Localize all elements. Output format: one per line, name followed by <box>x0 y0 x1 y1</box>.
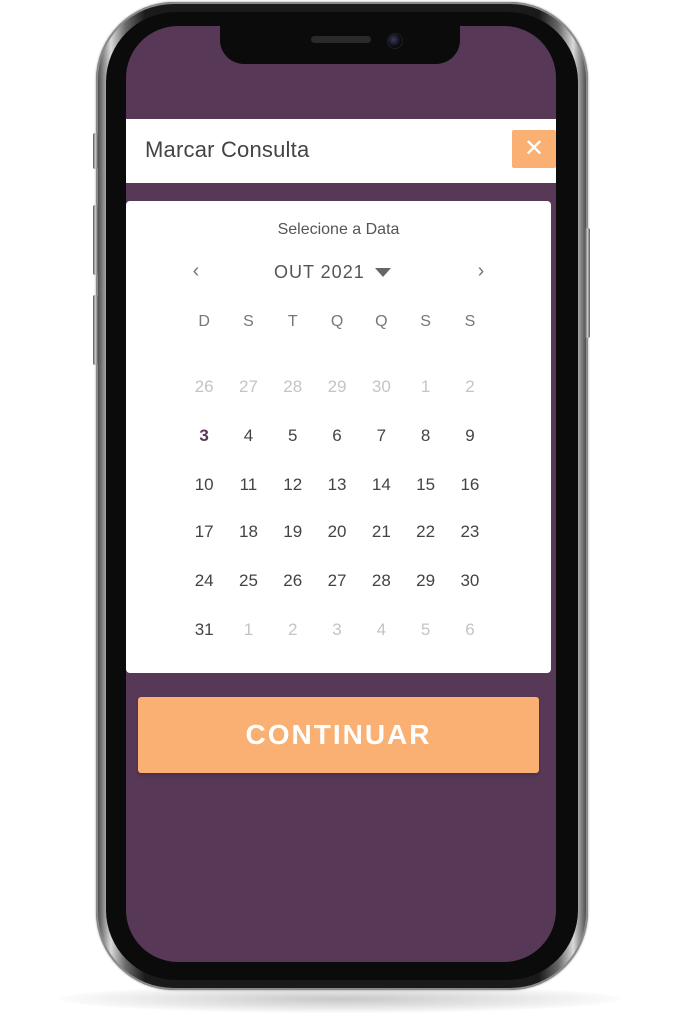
calendar-day-outside-month: 2 <box>288 620 298 639</box>
calendar-day[interactable]: 28 <box>359 568 403 594</box>
date-picker-card: Selecione a Data ‹ OUT 2021 › D S T Q Q … <box>126 201 551 673</box>
calendar-day[interactable]: 29 <box>403 568 447 594</box>
phone-volume-down <box>93 295 98 365</box>
calendar-day[interactable]: 10 <box>182 472 226 498</box>
calendar-day[interactable]: 27 <box>315 568 359 594</box>
calendar-day[interactable]: 9 <box>448 423 492 449</box>
weekday-label: Q <box>330 313 344 330</box>
weekday-label: T <box>287 313 298 330</box>
calendar-day[interactable]: 5 <box>271 423 315 449</box>
caret-down-icon <box>374 267 391 277</box>
weekday-label: D <box>198 313 210 330</box>
earpiece-speaker <box>311 36 371 43</box>
prev-month-button[interactable]: ‹ <box>184 259 208 283</box>
calendar-day[interactable]: 8 <box>403 423 447 449</box>
month-year-select[interactable]: OUT 2021 <box>274 259 391 285</box>
weekday-label: Q <box>375 313 388 330</box>
calendar-week-row: 10 11 12 13 14 15 16 <box>182 472 502 498</box>
calendar-day[interactable]: 22 <box>403 519 447 545</box>
calendar-day[interactable]: 31 <box>182 617 226 643</box>
calendar-day-today[interactable]: 3 <box>182 423 226 449</box>
calendar-day[interactable]: 17 <box>182 519 226 545</box>
calendar-week-row: 17 18 19 20 21 22 23 <box>182 519 502 545</box>
calendar-day[interactable]: 18 <box>226 519 270 545</box>
calendar-day[interactable]: 14 <box>359 472 403 498</box>
calendar-day[interactable]: 7 <box>359 423 403 449</box>
calendar-day[interactable]: 23 <box>448 519 492 545</box>
close-button[interactable]: ✕ <box>512 130 556 168</box>
calendar-day[interactable]: 20 <box>315 519 359 545</box>
month-year-label: OUT 2021 <box>274 261 365 282</box>
calendar-day-outside-month: 29 <box>327 377 347 396</box>
calendar-week-row: 26 27 28 29 30 1 2 <box>182 374 502 400</box>
calendar-day-outside-month: 27 <box>238 377 258 396</box>
calendar-day-outside-month: 28 <box>283 377 303 396</box>
calendar-day-outside-month: 5 <box>420 620 431 639</box>
weekday-label: S <box>464 313 476 330</box>
calendar-week-row: 24 25 26 27 28 29 30 <box>182 568 502 594</box>
calendar-day[interactable]: 30 <box>448 568 492 594</box>
weekday-label: S <box>420 313 431 330</box>
calendar-day[interactable]: 19 <box>271 519 315 545</box>
calendar-week-row: 3456789 <box>182 423 502 449</box>
calendar-day[interactable]: 25 <box>226 568 270 594</box>
calendar-day-outside-month: 30 <box>371 377 391 396</box>
calendar-day-outside-month: 6 <box>465 620 475 639</box>
phone-power-button <box>585 228 590 338</box>
phone-volume-up <box>93 205 98 275</box>
calendar-day[interactable]: 24 <box>182 568 226 594</box>
next-month-button[interactable]: › <box>469 259 493 283</box>
chevron-left-icon: ‹ <box>192 260 200 282</box>
calendar-day[interactable]: 26 <box>271 568 315 594</box>
calendar-day-outside-month: 4 <box>376 620 387 639</box>
calendar-day[interactable]: 16 <box>448 472 492 498</box>
modal-title: Marcar Consulta <box>145 137 310 162</box>
weekday-header-row: D S T Q Q S S <box>182 313 502 331</box>
calendar-week-row: 31 1 2 3 4 5 6 <box>182 617 502 643</box>
calendar-day[interactable]: 13 <box>315 472 359 498</box>
chevron-right-icon: › <box>477 260 485 282</box>
calendar-day[interactable]: 12 <box>271 472 315 498</box>
continue-button[interactable]: CONTINUAR <box>138 697 539 773</box>
modal-header: Marcar Consulta ✕ <box>126 119 556 183</box>
calendar-day[interactable]: 6 <box>315 423 359 449</box>
calendar-day-outside-month: 1 <box>420 377 431 396</box>
calendar-day-outside-month: 3 <box>332 620 342 639</box>
date-picker-title: Selecione a Data <box>277 221 400 238</box>
calendar-day-outside-month: 2 <box>465 377 475 396</box>
close-icon: ✕ <box>523 135 545 162</box>
calendar-day[interactable]: 15 <box>403 472 447 498</box>
calendar-day-outside-month: 26 <box>194 377 214 396</box>
weekday-label: S <box>243 313 254 330</box>
front-camera <box>387 33 403 49</box>
calendar-day-outside-month: 1 <box>243 620 254 639</box>
phone-mute-switch <box>93 133 98 169</box>
calendar-day[interactable]: 21 <box>359 519 403 545</box>
calendar-day[interactable]: 11 <box>226 472 270 498</box>
calendar-day[interactable]: 4 <box>226 423 270 449</box>
